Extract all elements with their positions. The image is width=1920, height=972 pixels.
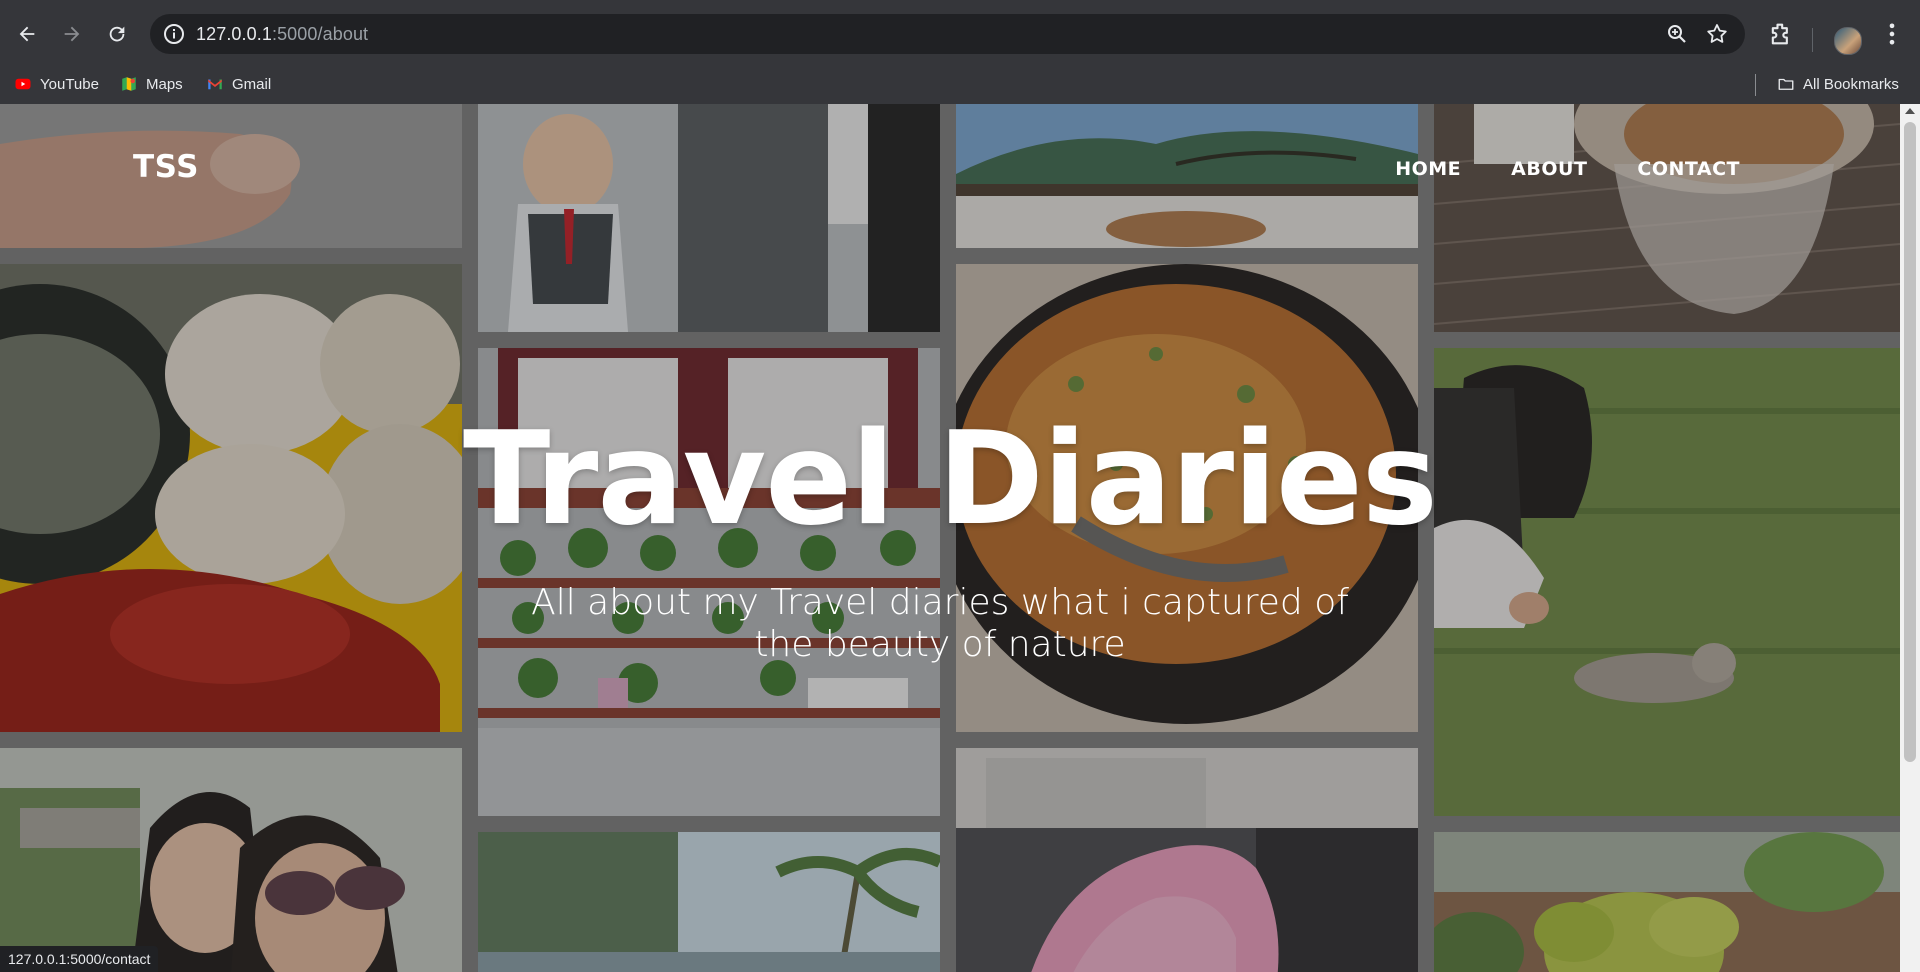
site-menu: HOME ABOUT CONTACT — [1395, 158, 1740, 180]
folder-icon — [1778, 78, 1794, 90]
status-bar-url: 127.0.0.1:5000/contact — [0, 946, 159, 972]
forward-button[interactable] — [56, 18, 88, 50]
scrollbar-thumb[interactable] — [1904, 122, 1916, 762]
url-path: :5000/about — [271, 24, 369, 44]
toolbar-divider — [1812, 28, 1813, 52]
nav-home-link[interactable]: HOME — [1395, 158, 1461, 180]
all-bookmarks-button[interactable]: All Bookmarks — [1777, 72, 1899, 96]
site-logo[interactable]: TSS — [133, 149, 199, 185]
scroll-up-arrow-icon[interactable] — [1905, 108, 1915, 114]
youtube-icon — [15, 78, 31, 90]
nav-about-link[interactable]: ABOUT — [1511, 158, 1587, 180]
browser-toolbar: 127.0.0.1:5000/about — [0, 8, 1920, 56]
all-bookmarks-label: All Bookmarks — [1803, 75, 1899, 93]
bookmark-label: Maps — [146, 75, 183, 93]
site-info-icon[interactable] — [162, 22, 186, 46]
arrow-right-icon — [64, 26, 80, 42]
bookmark-star-icon[interactable] — [1705, 22, 1729, 46]
bookmark-label: YouTube — [40, 75, 99, 93]
reload-button[interactable] — [101, 18, 133, 50]
bookmarks-bar: YouTube Maps Gmail All Bookmarks — [0, 64, 1920, 105]
bookmarks-divider — [1755, 74, 1756, 96]
bookmark-youtube[interactable]: YouTube — [14, 72, 99, 96]
hero-title: Travel Diaries — [463, 405, 1438, 554]
url-text[interactable]: 127.0.0.1:5000/about — [196, 24, 368, 45]
hero-subtitle: All about my Travel diaries what i captu… — [531, 582, 1349, 665]
profile-avatar[interactable] — [1834, 27, 1862, 55]
extensions-icon[interactable] — [1767, 20, 1795, 48]
page-scrollbar[interactable] — [1900, 104, 1920, 972]
bookmark-maps[interactable]: Maps — [120, 72, 183, 96]
page-viewport: TSS HOME ABOUT CONTACT Travel Diaries Al… — [0, 104, 1900, 972]
more-menu-icon[interactable] — [1878, 20, 1906, 48]
nav-contact-link[interactable]: CONTACT — [1637, 158, 1740, 180]
maps-icon — [122, 77, 136, 91]
url-host: 127.0.0.1 — [196, 24, 272, 44]
site-navbar: TSS HOME ABOUT CONTACT — [0, 104, 1900, 214]
reload-icon — [109, 26, 125, 42]
gmail-icon — [208, 79, 222, 90]
arrow-left-icon — [19, 26, 35, 42]
bookmark-label: Gmail — [232, 75, 272, 93]
zoom-icon[interactable] — [1665, 22, 1689, 46]
bookmark-gmail[interactable]: Gmail — [206, 72, 271, 96]
address-bar[interactable]: 127.0.0.1:5000/about — [150, 14, 1745, 54]
back-button[interactable] — [11, 18, 43, 50]
